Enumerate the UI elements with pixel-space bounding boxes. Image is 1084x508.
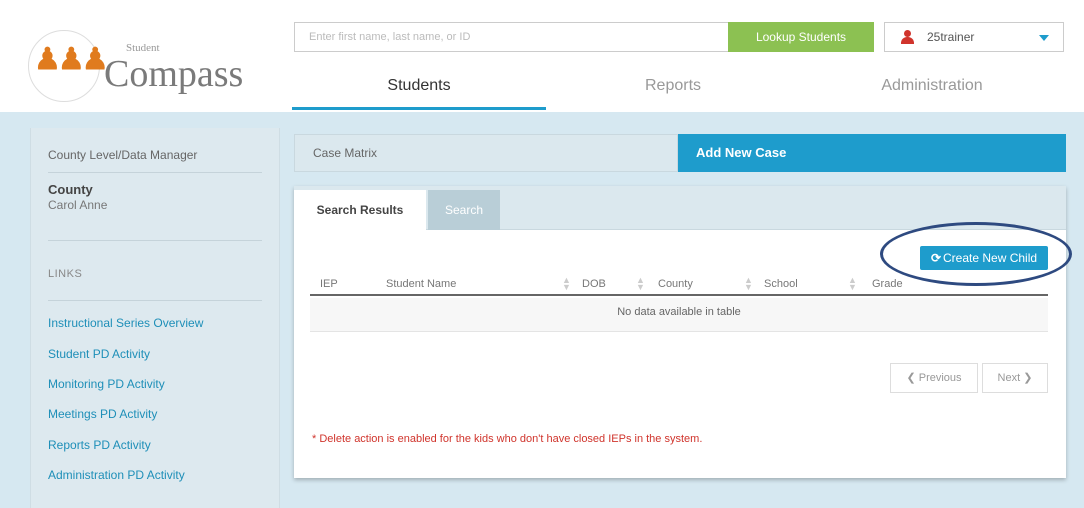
- table-header-divider: [310, 294, 1048, 296]
- tab-students[interactable]: Students: [292, 66, 546, 110]
- family-figures-icon: ♟♟♟: [34, 43, 109, 76]
- results-card: Search Results Search ⟳ Create New Child …: [294, 186, 1072, 478]
- sidebar-link-reports-pd[interactable]: Reports PD Activity: [48, 438, 151, 452]
- sidebar-divider: [48, 300, 262, 301]
- column-header-grade[interactable]: Grade: [872, 278, 903, 290]
- app-header: ♟♟♟ Student Compass Enter first name, la…: [0, 0, 1084, 112]
- sidebar-link-administration-pd[interactable]: Administration PD Activity: [48, 468, 185, 482]
- county-label: County: [48, 182, 93, 197]
- previous-label: Previous: [918, 372, 962, 384]
- next-page-button[interactable]: Next ❯: [982, 363, 1048, 393]
- tab-administration[interactable]: Administration: [800, 66, 1064, 110]
- chevron-right-icon: ❯: [1020, 372, 1033, 384]
- sidebar-link-meetings-pd[interactable]: Meetings PD Activity: [48, 407, 157, 421]
- links-heading: LINKS: [48, 268, 83, 280]
- refresh-icon: ⟳: [930, 251, 941, 265]
- user-menu[interactable]: 25trainer: [884, 22, 1064, 52]
- tab-search-results[interactable]: Search Results: [294, 190, 426, 231]
- user-name: Carol Anne: [48, 198, 108, 212]
- sort-icon[interactable]: ▲ ▼: [848, 276, 857, 292]
- tab-reports[interactable]: Reports: [546, 66, 800, 110]
- student-compass-logo[interactable]: ♟♟♟ Student Compass: [28, 28, 248, 102]
- tab-search[interactable]: Search: [428, 190, 500, 230]
- user-role: County Level/Data Manager: [48, 148, 198, 162]
- delete-action-note: * Delete action is enabled for the kids …: [312, 433, 703, 445]
- sidebar-link-instructional-series[interactable]: Instructional Series Overview: [48, 316, 203, 330]
- user-icon: [901, 30, 914, 44]
- next-label: Next: [997, 372, 1021, 384]
- username-label: 25trainer: [927, 30, 975, 44]
- chevron-left-icon: ❮: [906, 372, 919, 384]
- create-new-child-button[interactable]: ⟳ Create New Child: [920, 246, 1048, 270]
- column-header-student-name[interactable]: Student Name: [386, 278, 456, 290]
- lookup-students-button[interactable]: Lookup Students: [728, 22, 874, 52]
- column-header-county[interactable]: County: [658, 278, 693, 290]
- case-matrix-tab[interactable]: Case Matrix: [294, 134, 678, 172]
- sort-icon[interactable]: ▲ ▼: [744, 276, 753, 292]
- sort-icon[interactable]: ▲ ▼: [562, 276, 571, 292]
- sidebar-divider: [48, 172, 262, 173]
- sort-icon[interactable]: ▲ ▼: [636, 276, 645, 292]
- previous-page-button[interactable]: ❮ Previous: [890, 363, 978, 393]
- column-header-school[interactable]: School: [764, 278, 798, 290]
- logo-title: Compass: [104, 53, 244, 95]
- column-header-dob[interactable]: DOB: [582, 278, 606, 290]
- add-new-case-button[interactable]: Add New Case: [678, 134, 1066, 172]
- sidebar-divider: [48, 240, 262, 241]
- student-search-input[interactable]: Enter first name, last name, or ID: [294, 22, 728, 52]
- column-header-iep[interactable]: IEP: [320, 278, 338, 290]
- table-empty-row: No data available in table: [310, 298, 1048, 332]
- sidebar-link-monitoring-pd[interactable]: Monitoring PD Activity: [48, 377, 165, 391]
- dropdown-caret-icon[interactable]: [1039, 35, 1049, 41]
- sidebar-link-student-pd[interactable]: Student PD Activity: [48, 347, 150, 361]
- create-new-child-label: Create New Child: [943, 251, 1038, 265]
